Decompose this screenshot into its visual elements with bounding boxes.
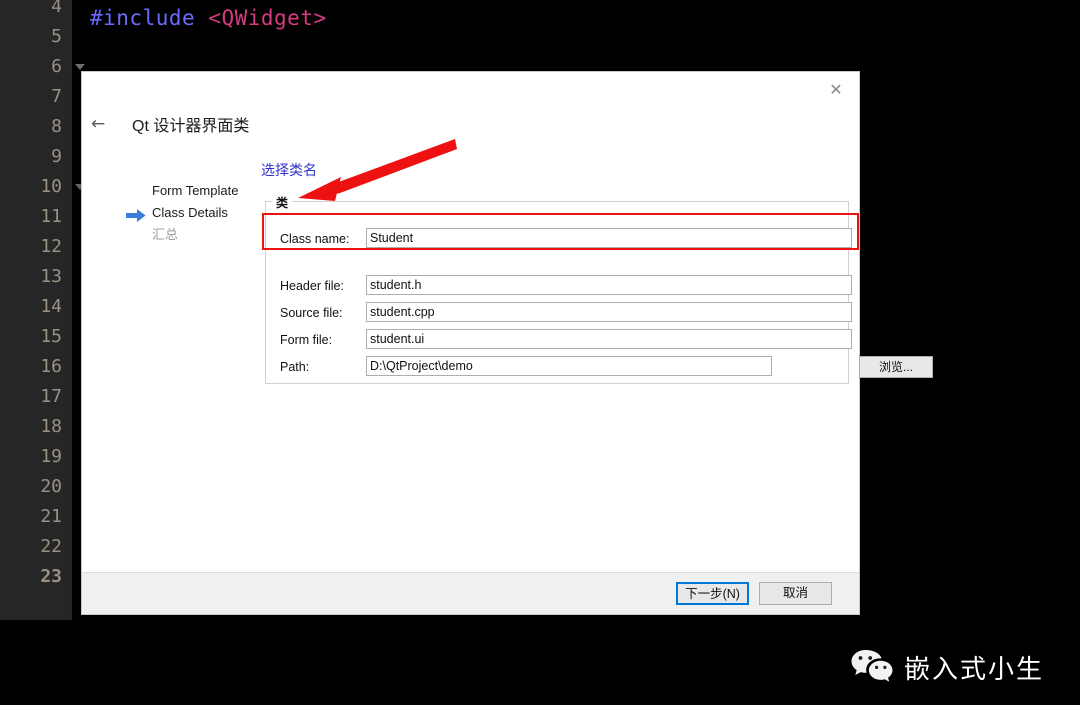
header-file-label: Header file: bbox=[280, 279, 344, 293]
line-number-23: 23 bbox=[40, 566, 62, 587]
line-number-19: 19 bbox=[40, 446, 62, 467]
line-number-7: 7 bbox=[51, 86, 62, 107]
line-number-9: 9 bbox=[51, 146, 62, 167]
wizard-step-class-details[interactable]: Class Details bbox=[126, 202, 286, 224]
form-file-label: Form file: bbox=[280, 333, 333, 347]
line-number-17: 17 bbox=[40, 386, 62, 407]
next-button[interactable]: 下一步(N) bbox=[676, 582, 749, 605]
wizard-step-summary[interactable]: 汇总 bbox=[126, 224, 286, 246]
line-number-14: 14 bbox=[40, 296, 62, 317]
dialog-header: ← Qt 设计器界面类 bbox=[82, 106, 859, 152]
wizard-step-label: Class Details bbox=[152, 205, 228, 220]
wizard-step-form-template[interactable]: Form Template bbox=[126, 180, 286, 202]
line-number-8: 8 bbox=[51, 116, 62, 137]
source-file-label: Source file: bbox=[280, 306, 343, 320]
watermark-text: 嵌入式小生 bbox=[903, 653, 1044, 684]
line-number-21: 21 bbox=[40, 506, 62, 527]
dialog-footer: 下一步(N) 取消 bbox=[82, 572, 859, 614]
line-number-10: 10 bbox=[40, 176, 62, 197]
wizard-step-label: 汇总 bbox=[152, 227, 179, 242]
header-file-input[interactable]: student.h bbox=[366, 275, 852, 295]
line-number-12: 12 bbox=[40, 236, 62, 257]
line-number-4: 4 bbox=[51, 0, 62, 17]
source-file-input[interactable]: student.cpp bbox=[366, 302, 852, 322]
fold-marker-icon-line-6[interactable] bbox=[75, 64, 85, 70]
class-name-label: Class name: bbox=[280, 232, 350, 246]
line-number-11: 11 bbox=[40, 206, 62, 227]
close-icon[interactable]: ✕ bbox=[819, 76, 853, 104]
watermark: 嵌入式小生 bbox=[850, 647, 1044, 687]
field-row-header-file: Header file: student.h bbox=[280, 275, 852, 297]
line-number-20: 20 bbox=[40, 476, 62, 497]
code-line-4: #include <QWidget> bbox=[90, 6, 327, 30]
page-title: Qt 设计器界面类 bbox=[132, 118, 250, 135]
code-token-include-header: <QWidget> bbox=[208, 6, 327, 30]
class-groupbox-legend: 类 bbox=[272, 194, 293, 211]
class-name-input[interactable]: Student bbox=[366, 228, 852, 248]
back-arrow-icon[interactable]: ← bbox=[91, 114, 105, 134]
class-groupbox: Class name: Student Header file: student… bbox=[265, 201, 933, 384]
cancel-button[interactable]: 取消 bbox=[759, 582, 832, 605]
line-number-16: 16 bbox=[40, 356, 62, 377]
line-number-15: 15 bbox=[40, 326, 62, 347]
wechat-icon bbox=[850, 648, 894, 687]
wizard-step-label: Form Template bbox=[152, 183, 239, 198]
annotation-callout-text: 选择类名 bbox=[261, 162, 317, 178]
field-row-form-file: Form file: student.ui bbox=[280, 329, 852, 351]
wizard-step-list: Form Template Class Details 汇总 bbox=[126, 180, 286, 246]
line-number-5: 5 bbox=[51, 26, 62, 47]
code-token-preprocessor: #include bbox=[90, 6, 196, 30]
browse-button[interactable]: 浏览... bbox=[859, 356, 933, 378]
field-row-path: Path: D:\QtProject\demo 浏览... bbox=[280, 356, 933, 378]
path-input[interactable]: D:\QtProject\demo bbox=[366, 356, 772, 376]
field-row-source-file: Source file: student.cpp bbox=[280, 302, 852, 324]
path-label: Path: bbox=[280, 360, 310, 374]
line-number-6: 6 bbox=[51, 56, 62, 77]
field-row-class-name: Class name: Student bbox=[280, 228, 852, 250]
form-file-input[interactable]: student.ui bbox=[366, 329, 852, 349]
line-number-22: 22 bbox=[40, 536, 62, 557]
qt-designer-form-class-dialog: ✕ ← Qt 设计器界面类 Form Template Class Detail… bbox=[81, 71, 933, 615]
current-step-arrow-icon bbox=[126, 207, 146, 222]
line-number-13: 13 bbox=[40, 266, 62, 287]
line-number-18: 18 bbox=[40, 416, 62, 437]
editor-gutter: 4 5 6 7 8 9 10 11 12 13 14 15 16 17 18 19 20 21 22 23 bbox=[0, 0, 72, 620]
